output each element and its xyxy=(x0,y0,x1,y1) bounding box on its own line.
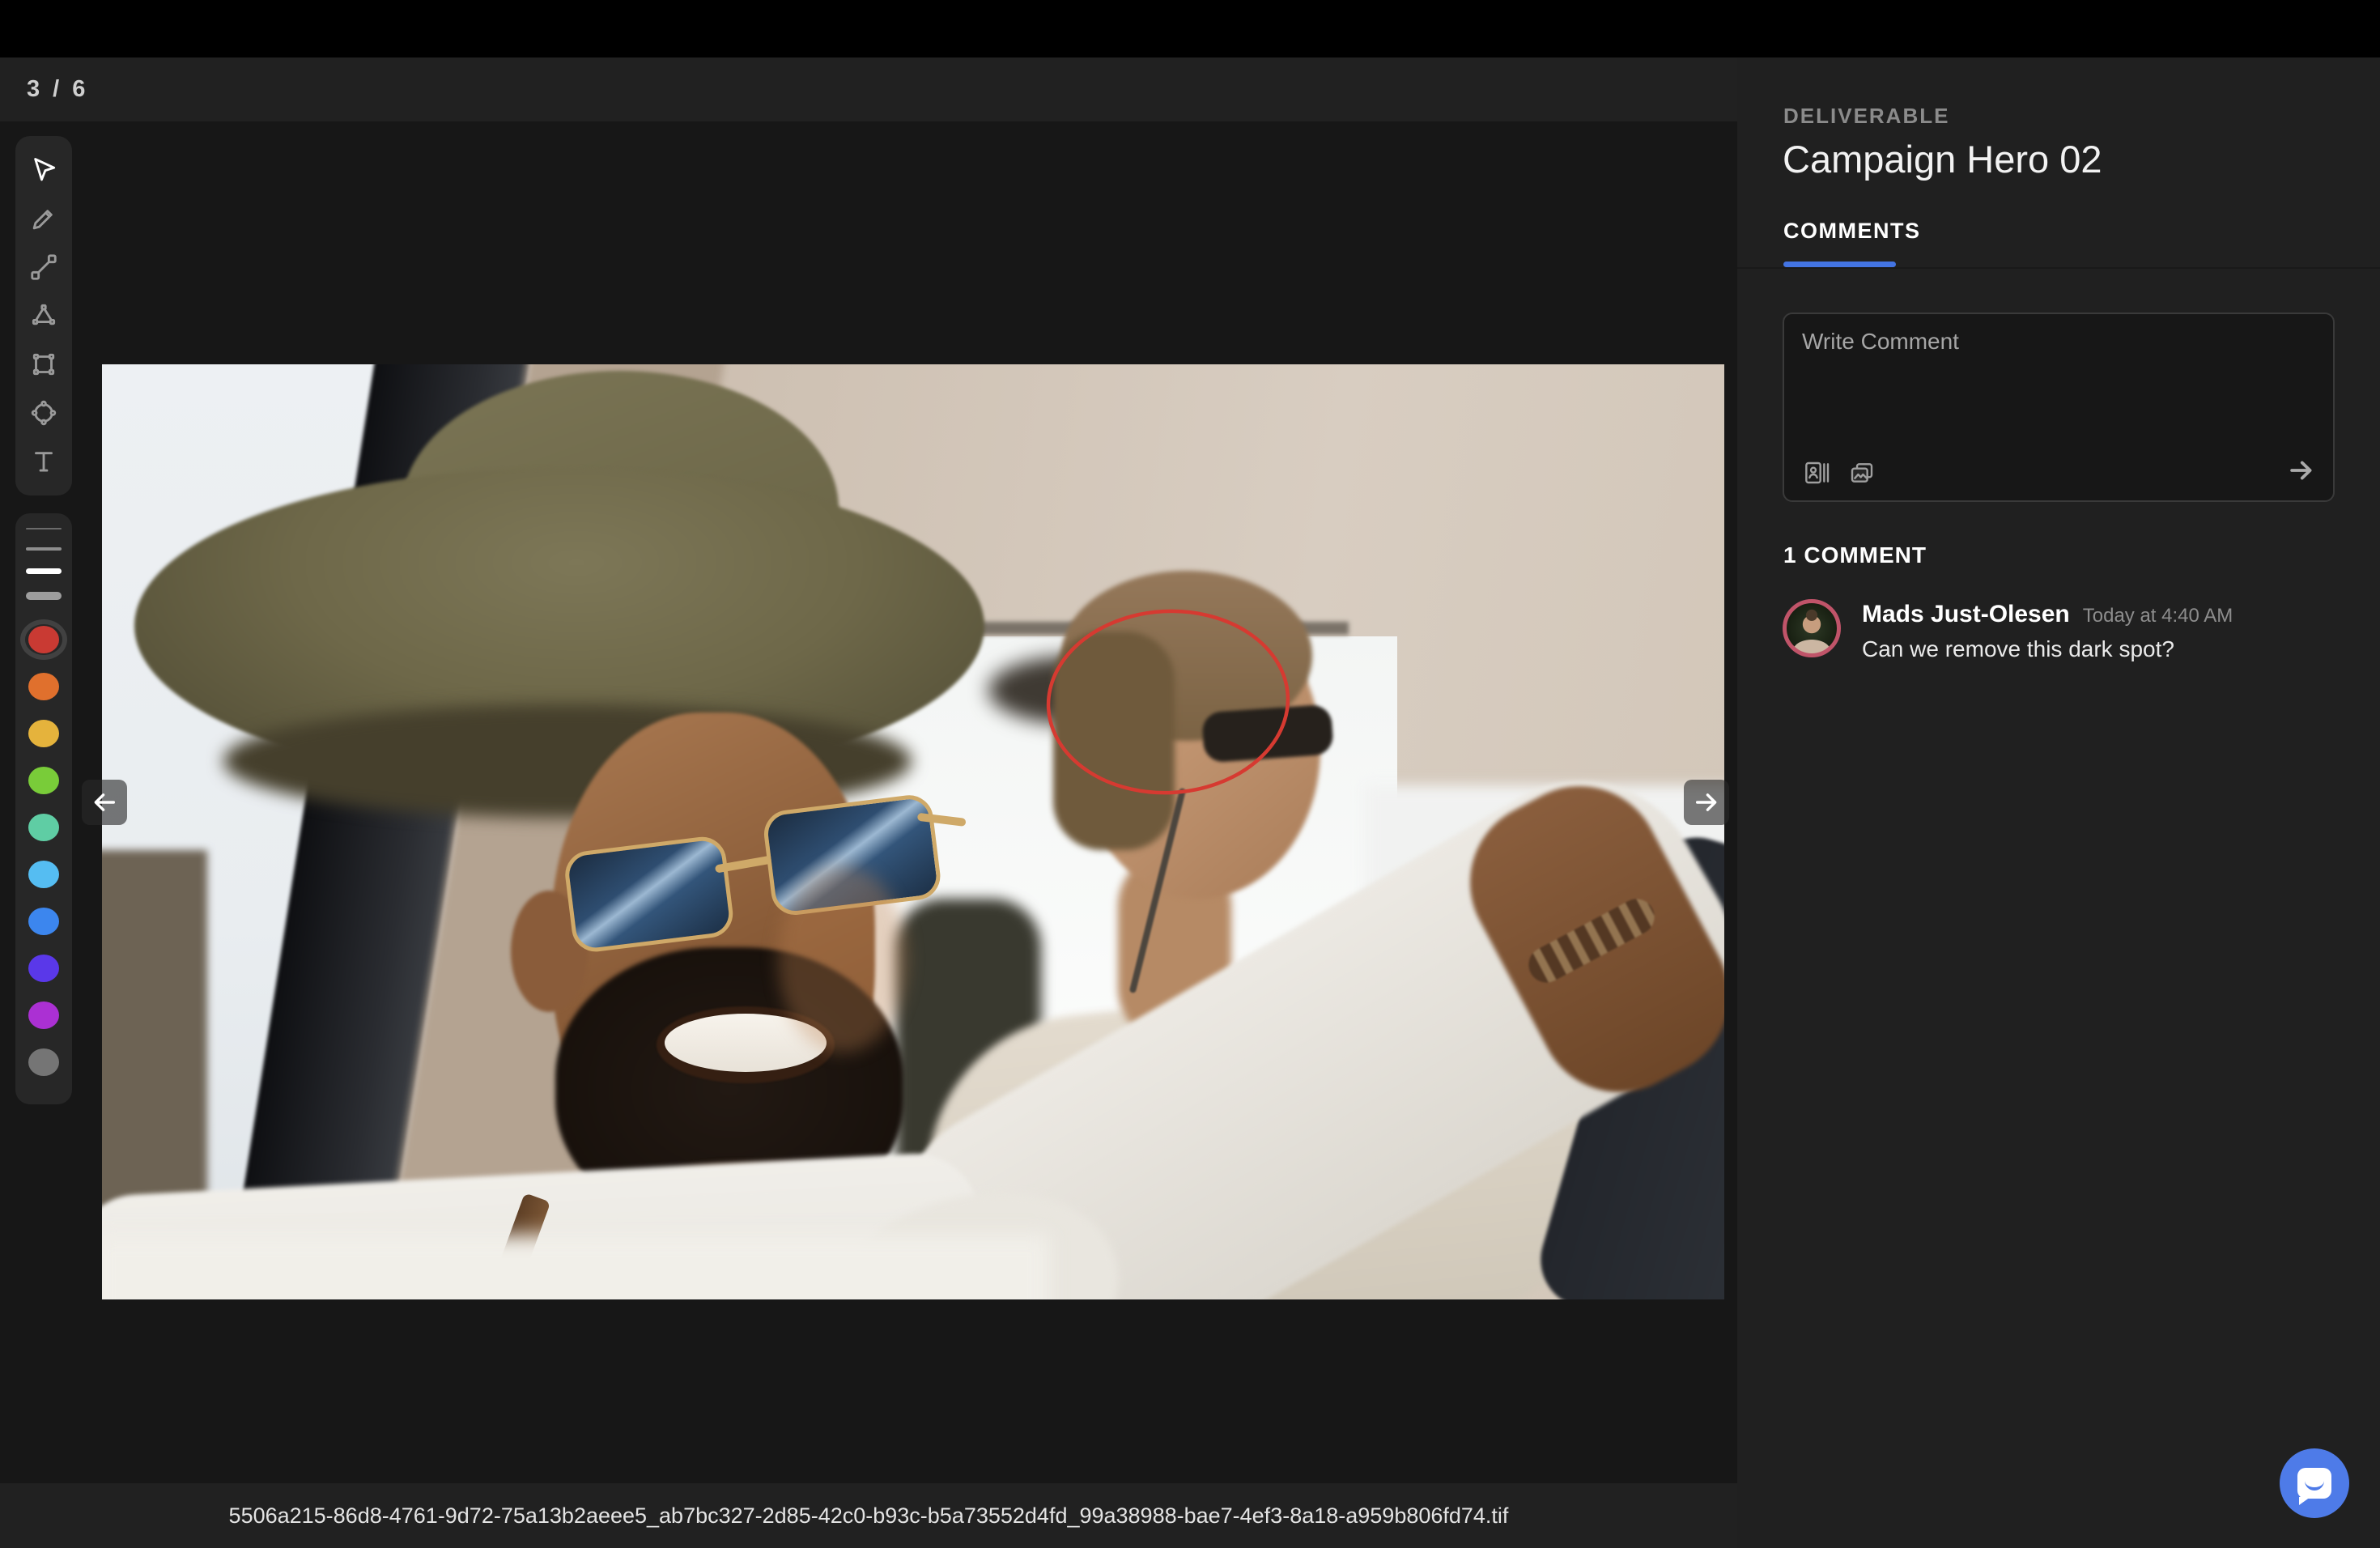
color-swatch-yellow[interactable] xyxy=(20,713,67,754)
comment-input[interactable] xyxy=(1800,327,2317,440)
chat-bubble-icon xyxy=(2297,1468,2331,1499)
chat-launcher-button[interactable] xyxy=(2280,1448,2349,1518)
tool-select[interactable] xyxy=(15,146,72,194)
stroke-width-picker xyxy=(15,528,72,600)
comment-author: Mads Just-Olesen xyxy=(1862,601,2070,628)
previous-button[interactable] xyxy=(82,780,127,825)
avatar[interactable] xyxy=(1783,599,1841,657)
connector-icon xyxy=(28,252,59,283)
ellipse-icon xyxy=(28,398,59,428)
tool-rectangle[interactable] xyxy=(15,340,72,389)
swatch xyxy=(28,814,59,841)
mention-button[interactable] xyxy=(1804,460,1830,486)
tool-line[interactable] xyxy=(15,243,72,291)
stroke-width-option[interactable] xyxy=(26,592,62,600)
swatch xyxy=(28,1002,59,1029)
color-swatch-red[interactable] xyxy=(20,619,67,660)
arrow-left-icon xyxy=(91,789,118,816)
color-picker xyxy=(15,619,72,1082)
comment-text: Can we remove this dark spot? xyxy=(1862,636,2233,662)
comment-body: Mads Just-Olesen Today at 4:40 AM Can we… xyxy=(1862,599,2233,662)
rectangle-icon xyxy=(28,349,59,380)
tool-draw[interactable] xyxy=(15,194,72,243)
swatch xyxy=(28,673,59,700)
active-tab-indicator xyxy=(1783,262,1896,267)
deliverable-preview[interactable] xyxy=(102,364,1724,1299)
details-sidebar: DELIVERABLE Campaign Hero 02 COMMENTS xyxy=(1737,57,2380,1548)
annotation-ellipse[interactable] xyxy=(102,364,1724,1299)
color-swatch-orange[interactable] xyxy=(20,666,67,707)
annotation-toolbar xyxy=(15,136,72,495)
color-swatch-blue[interactable] xyxy=(20,901,67,942)
top-bar xyxy=(0,0,2380,57)
swatch xyxy=(28,955,59,982)
color-swatch-sky[interactable] xyxy=(20,854,67,895)
page-counter: 3 / 6 xyxy=(27,76,88,103)
attach-image-icon xyxy=(1849,460,1875,486)
next-button[interactable] xyxy=(1684,780,1729,825)
composer-actions xyxy=(1804,460,1875,486)
viewer-header: 3 / 6 xyxy=(0,57,1737,121)
tool-polygon[interactable] xyxy=(15,291,72,340)
color-swatch-mint[interactable] xyxy=(20,807,67,848)
tool-text[interactable] xyxy=(15,437,72,486)
comments-count: 1 COMMENT xyxy=(1783,542,2380,568)
file-bar: 5506a215-86d8-4761-9d72-75a13b2aeee5_ab7… xyxy=(0,1483,1737,1548)
stroke-width-option[interactable] xyxy=(26,568,62,574)
pencil-icon xyxy=(28,203,59,234)
stroke-width-option[interactable] xyxy=(26,547,62,551)
text-icon xyxy=(28,446,59,477)
tool-ellipse[interactable] xyxy=(15,389,72,437)
swatch xyxy=(28,767,59,794)
send-arrow-icon xyxy=(2286,455,2317,486)
color-swatch-purple[interactable] xyxy=(20,995,67,1036)
send-comment-button[interactable] xyxy=(2286,455,2317,486)
swatch xyxy=(28,861,59,888)
polygon-icon xyxy=(28,300,59,331)
attach-image-button[interactable] xyxy=(1849,460,1875,486)
arrow-right-icon xyxy=(1693,789,1720,816)
cursor-icon xyxy=(28,155,59,185)
swatch xyxy=(28,908,59,935)
deliverable-label: DELIVERABLE xyxy=(1783,104,2380,129)
viewer-canvas xyxy=(0,121,1737,1483)
color-swatch-indigo[interactable] xyxy=(20,948,67,989)
comment-meta: Mads Just-Olesen Today at 4:40 AM xyxy=(1862,601,2233,628)
sidebar-tab-bar: COMMENTS xyxy=(1737,219,2380,269)
review-app: 3 / 6 xyxy=(0,0,2380,1548)
tab-comments[interactable]: COMMENTS xyxy=(1783,219,1921,267)
swatch xyxy=(28,1048,59,1076)
color-swatch-gray[interactable] xyxy=(20,1042,67,1082)
comment-item: Mads Just-Olesen Today at 4:40 AM Can we… xyxy=(1783,599,2335,662)
swatch xyxy=(28,626,59,653)
style-toolbar xyxy=(15,513,72,1104)
comment-timestamp: Today at 4:40 AM xyxy=(2083,605,2233,627)
comment-composer xyxy=(1783,313,2335,502)
deliverable-title: Campaign Hero 02 xyxy=(1783,137,2380,181)
mention-icon xyxy=(1804,460,1830,486)
color-swatch-green[interactable] xyxy=(20,760,67,801)
tab-comments-label: COMMENTS xyxy=(1783,219,1921,244)
stroke-width-option[interactable] xyxy=(26,528,62,529)
file-name: 5506a215-86d8-4761-9d72-75a13b2aeee5_ab7… xyxy=(229,1503,1509,1529)
swatch xyxy=(28,720,59,747)
